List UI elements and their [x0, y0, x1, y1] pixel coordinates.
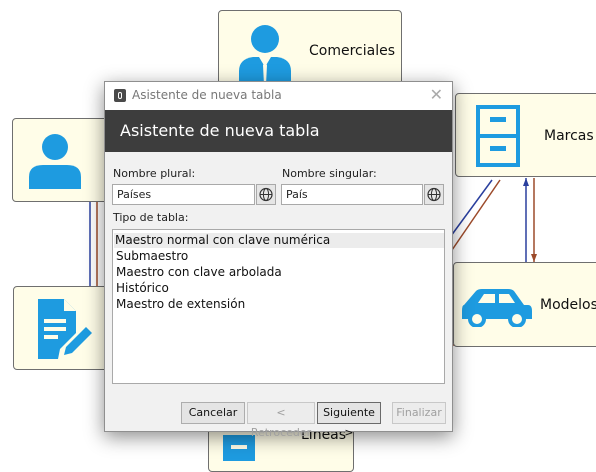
table-type-list[interactable]: Maestro normal con clave numérica Submae…	[112, 229, 445, 384]
car-icon	[462, 289, 532, 327]
back-button[interactable]: < Retroceder	[247, 402, 315, 439]
window-title: Asistente de nueva tabla	[132, 88, 282, 102]
cancel-button[interactable]: Cancelar	[181, 402, 245, 424]
close-icon[interactable]: ✕	[430, 85, 443, 104]
dialog-titlebar: Asistente de nueva tabla ✕	[105, 82, 452, 110]
node-modelos[interactable]: Modelos	[453, 262, 596, 347]
singular-name-field[interactable]: País	[281, 184, 423, 205]
next-button[interactable]: Siguiente >	[317, 402, 381, 439]
header-title: Asistente de nueva tabla	[120, 121, 320, 140]
plural-name-label: Nombre plural:	[113, 167, 196, 180]
table-type-item[interactable]: Maestro con clave arbolada	[115, 265, 282, 280]
node-comerciales[interactable]: Comerciales	[218, 10, 402, 92]
table-type-item[interactable]: Maestro normal con clave numérica	[114, 233, 444, 248]
globe-icon	[259, 187, 273, 202]
node-user[interactable]	[12, 118, 118, 202]
singular-translate-button[interactable]	[424, 184, 444, 205]
singular-name-label: Nombre singular:	[282, 167, 377, 180]
finish-button[interactable]: Finalizar	[392, 402, 446, 424]
user-icon	[29, 134, 81, 189]
new-table-wizard-dialog: Asistente de nueva tabla ✕ Asistente de …	[104, 81, 453, 439]
file-cabinet-icon	[476, 105, 520, 167]
salesperson-icon	[239, 25, 291, 89]
app-icon	[114, 89, 126, 102]
document-edit-icon	[38, 299, 92, 359]
plural-name-field[interactable]: Países	[112, 184, 255, 205]
dialog-header: Asistente de nueva tabla	[105, 110, 452, 152]
node-label-comerciales: Comerciales	[309, 43, 396, 59]
table-type-label: Tipo de tabla:	[113, 211, 189, 224]
node-label-modelos: Modelos	[540, 297, 596, 313]
table-type-item[interactable]: Maestro de extensión	[115, 297, 245, 312]
table-type-item[interactable]: Histórico	[115, 281, 169, 296]
table-type-item[interactable]: Submaestro	[115, 249, 188, 264]
node-document[interactable]	[13, 286, 113, 370]
plural-translate-button[interactable]	[256, 184, 276, 205]
node-marcas[interactable]: Marcas	[455, 93, 596, 177]
node-label-marcas: Marcas	[544, 128, 594, 144]
globe-icon	[427, 187, 441, 202]
